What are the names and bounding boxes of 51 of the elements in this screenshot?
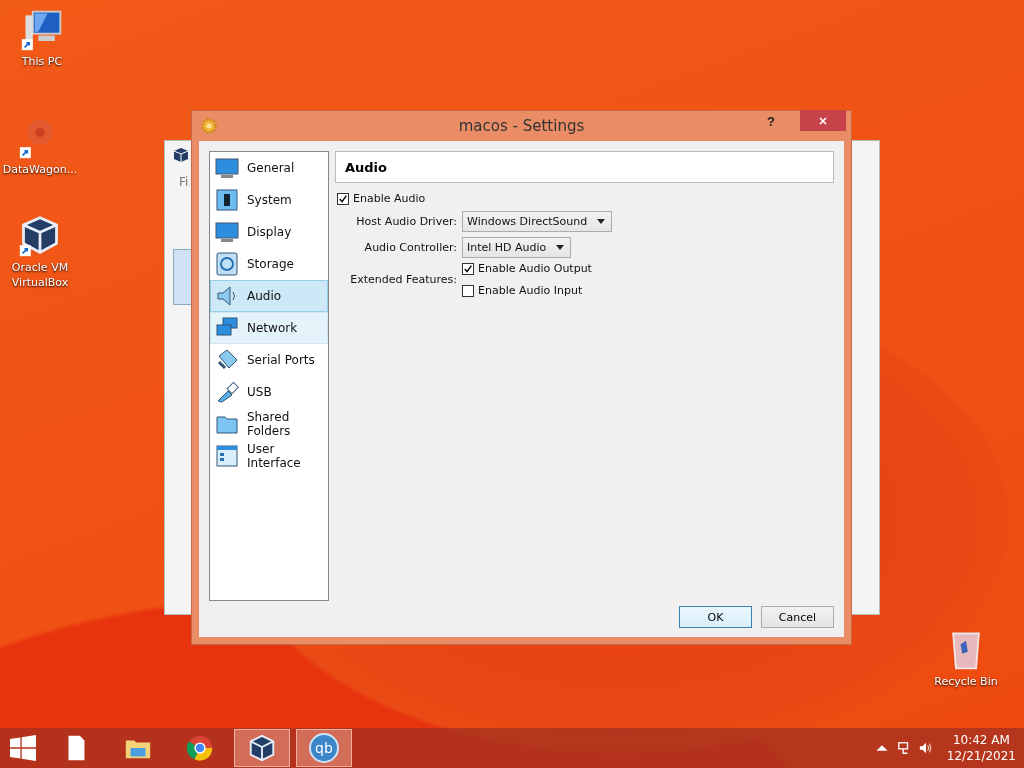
field-label: Audio Controller: <box>363 240 457 254</box>
field-label: Extended Features: <box>349 273 457 286</box>
window-icon <box>215 444 239 468</box>
monitor-icon <box>215 156 239 180</box>
app-badge: qb <box>309 733 339 763</box>
sidebar-item[interactable]: User Interface <box>210 440 328 472</box>
chip-icon <box>215 188 239 212</box>
dropdown[interactable]: Intel HD Audio <box>462 237 572 258</box>
checkbox-label[interactable]: Enable Audio Input <box>478 284 583 297</box>
field-label: Host Audio Driver: <box>355 214 457 228</box>
computer-icon[interactable] <box>20 8 64 52</box>
page-heading: Audio <box>335 151 834 183</box>
usb-icon <box>215 380 239 404</box>
network-icon[interactable] <box>896 741 911 755</box>
caret-icon <box>597 219 606 224</box>
taskbar-button[interactable]: qb <box>296 729 352 767</box>
plug-icon <box>215 348 239 372</box>
close-button[interactable] <box>800 110 846 131</box>
taskbar-button[interactable] <box>234 729 290 767</box>
sidebar-item[interactable]: Display <box>210 216 328 248</box>
checkbox-label[interactable]: Enable Audio Output <box>478 262 592 275</box>
sidebar-item[interactable]: System <box>210 184 328 216</box>
cube-icon <box>247 733 277 763</box>
windows-logo-icon[interactable] <box>10 735 36 761</box>
sidebar-item[interactable]: General <box>210 152 328 184</box>
enable-audio-checkbox[interactable]: Enable Audio <box>337 192 834 205</box>
checkbox[interactable] <box>337 192 349 205</box>
sidebar-item[interactable]: Serial Ports <box>210 344 328 376</box>
help-button[interactable]: ? <box>758 111 784 131</box>
checkbox-label[interactable]: Enable Audio <box>353 192 426 205</box>
caret-icon <box>556 245 565 250</box>
dropdown[interactable]: Windows DirectSound <box>462 211 613 232</box>
window-title: macos - Settings <box>458 117 585 135</box>
checkbox[interactable] <box>462 262 474 275</box>
clock-date[interactable]: 12/21/2021 <box>946 748 1016 764</box>
cancel-button[interactable]: Cancel <box>761 606 834 628</box>
sidebar-item[interactable]: Network <box>210 312 328 344</box>
sidebar-item[interactable]: Audio <box>210 280 328 312</box>
ok-button[interactable]: OK <box>679 606 752 628</box>
checkbox[interactable] <box>462 284 474 297</box>
sidebar-item[interactable]: Shared Folders <box>210 408 328 440</box>
menu-item[interactable]: Fi <box>179 175 189 189</box>
cube-icon <box>173 147 189 163</box>
desktop-icon-label[interactable]: Recycle Bin <box>934 674 998 689</box>
sidebar-item[interactable]: USB <box>210 376 328 408</box>
sidebar-item[interactable]: Storage <box>210 248 328 280</box>
close-icon <box>818 115 828 126</box>
monitor-icon <box>215 220 239 244</box>
clock-time[interactable]: 10:42 AM <box>952 732 1010 748</box>
speaker-icon[interactable] <box>918 741 933 755</box>
browser-icon <box>185 733 215 763</box>
